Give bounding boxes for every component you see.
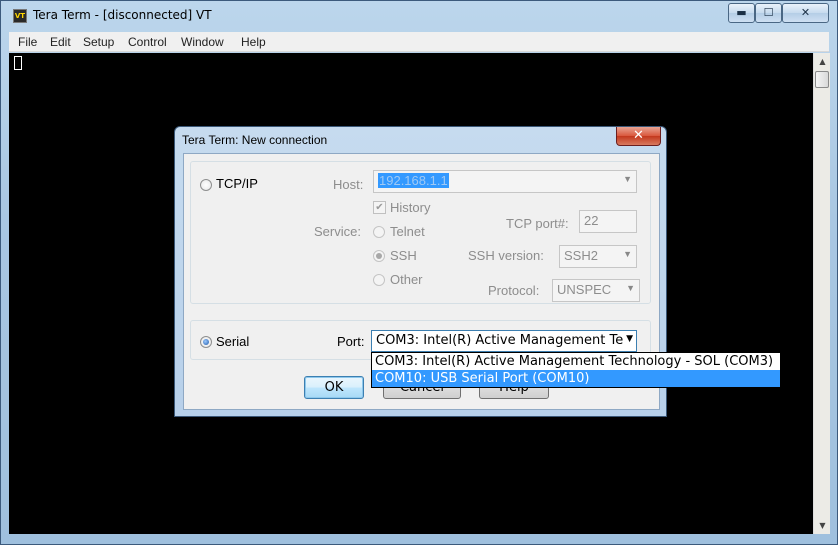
ssh-version-value: SSH2 [564, 248, 598, 263]
protocol-select[interactable]: UNSPEC ▼ [552, 279, 640, 302]
scroll-down-arrow-icon[interactable]: ▼ [814, 517, 831, 534]
menu-help[interactable]: Help [241, 35, 266, 49]
service-ssh-radio[interactable] [373, 250, 385, 262]
close-button[interactable]: ✕ [782, 3, 829, 23]
menu-window[interactable]: Window [181, 35, 224, 49]
ok-button[interactable]: OK [304, 376, 364, 399]
title-bar[interactable]: VT Tera Term - [disconnected] VT ▬ ☐ ✕ [1, 1, 837, 31]
port-option-com3[interactable]: COM3: Intel(R) Active Management Technol… [372, 353, 780, 370]
minimize-button[interactable]: ▬ [728, 3, 755, 23]
tcpip-label[interactable]: TCP/IP [216, 176, 258, 191]
host-input[interactable]: 192.168.1.1 ▼ [373, 170, 637, 193]
tcpip-radio[interactable] [200, 179, 212, 191]
menu-setup[interactable]: Setup [83, 35, 114, 49]
menu-edit[interactable]: Edit [50, 35, 71, 49]
tcp-port-value: 22 [584, 213, 599, 228]
tcp-port-input[interactable]: 22 [579, 210, 637, 233]
host-dropdown-arrow-icon[interactable]: ▼ [623, 174, 632, 184]
history-label[interactable]: History [390, 200, 430, 215]
port-select[interactable]: COM3: Intel(R) Active Management Te ▼ [371, 330, 637, 352]
ssh-version-label: SSH version: [468, 248, 544, 263]
maximize-button[interactable]: ☐ [755, 3, 782, 23]
window-title: Tera Term - [disconnected] VT [33, 8, 212, 22]
host-value: 192.168.1.1 [378, 173, 449, 188]
app-icon[interactable]: VT [13, 9, 27, 23]
menu-control[interactable]: Control [128, 35, 167, 49]
service-other-label[interactable]: Other [390, 272, 423, 287]
menu-bar: File Edit Setup Control Window Help [9, 32, 829, 52]
service-telnet-label[interactable]: Telnet [390, 224, 425, 239]
port-dropdown-list: COM3: Intel(R) Active Management Technol… [371, 352, 781, 388]
serial-radio[interactable] [200, 336, 212, 348]
protocol-label: Protocol: [488, 283, 540, 298]
protocol-arrow-icon[interactable]: ▼ [626, 283, 635, 293]
service-ssh-label[interactable]: SSH [390, 248, 417, 263]
service-label: Service: [314, 224, 361, 239]
service-other-radio[interactable] [373, 274, 385, 286]
ssh-version-select[interactable]: SSH2 ▼ [559, 245, 637, 268]
scroll-thumb[interactable] [815, 71, 829, 88]
terminal-cursor [14, 56, 22, 70]
port-option-com10[interactable]: COM10: USB Serial Port (COM10) [372, 370, 780, 387]
tcp-port-label: TCP port#: [506, 216, 569, 231]
dialog-close-button[interactable]: ✕ [616, 127, 661, 146]
vertical-scrollbar[interactable]: ▲ ▼ [813, 53, 830, 534]
host-label: Host: [333, 177, 364, 192]
port-dropdown-arrow-icon[interactable]: ▼ [623, 334, 633, 344]
dialog-title: Tera Term: New connection [182, 133, 328, 147]
protocol-value: UNSPEC [557, 282, 612, 297]
port-label: Port: [337, 334, 365, 349]
port-value: COM3: Intel(R) Active Management Te [376, 333, 624, 348]
history-checkbox[interactable]: ✔ [373, 201, 386, 214]
service-telnet-radio[interactable] [373, 226, 385, 238]
serial-label[interactable]: Serial [216, 334, 249, 349]
ssh-version-arrow-icon[interactable]: ▼ [623, 249, 632, 259]
menu-file[interactable]: File [18, 35, 37, 49]
scroll-up-arrow-icon[interactable]: ▲ [814, 53, 831, 70]
